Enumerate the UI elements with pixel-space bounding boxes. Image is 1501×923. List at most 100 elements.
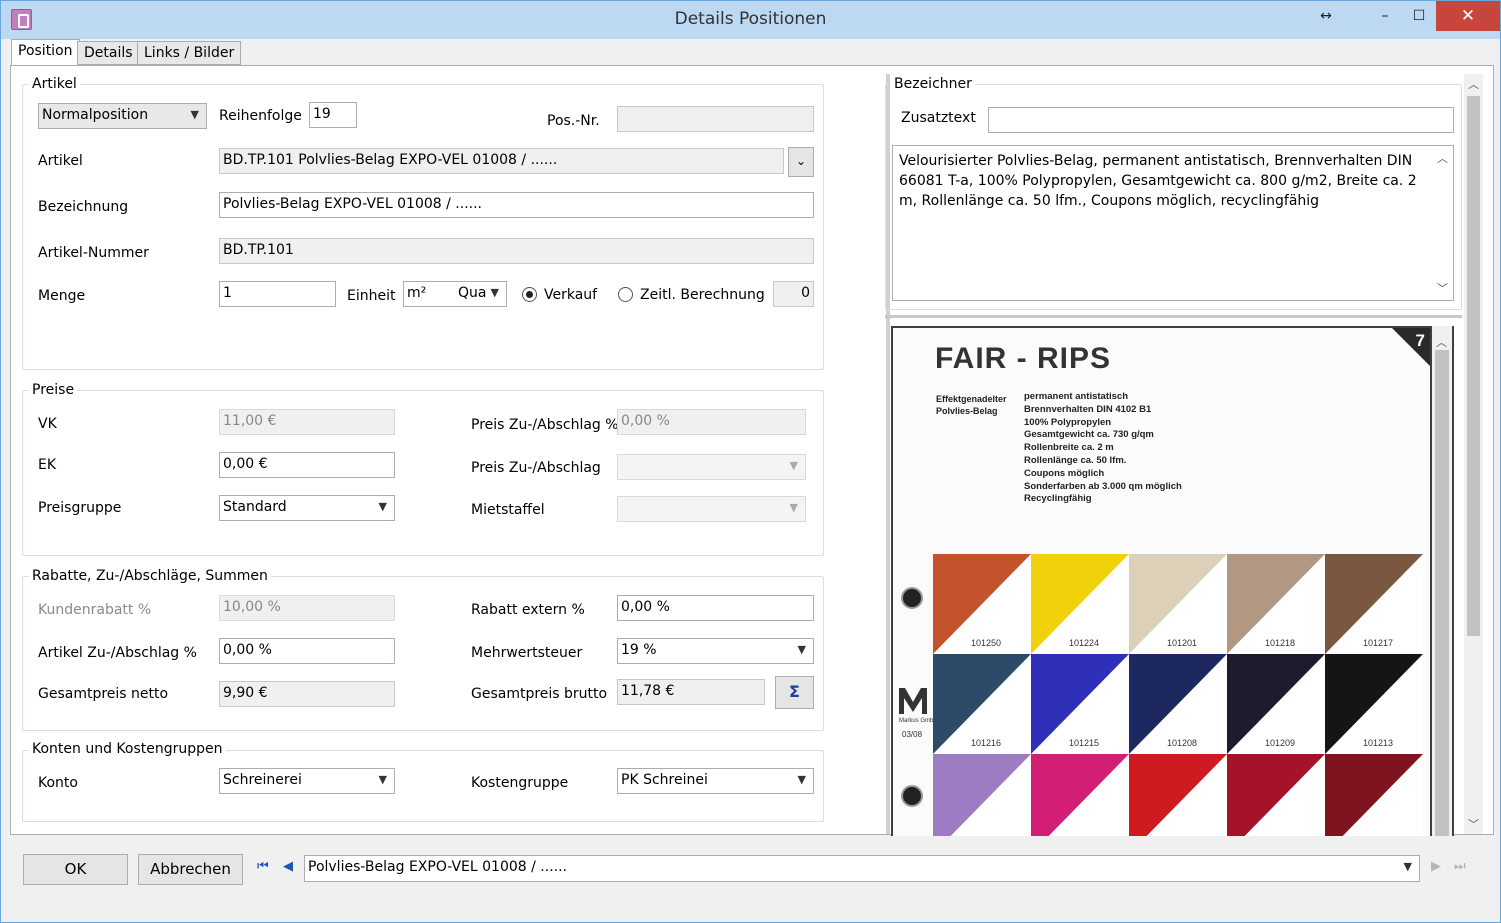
description-text: Velourisierter Polvlies-Belag, permanent… xyxy=(899,153,1417,209)
card-spec-line: Brennverhalten DIN 4102 B1 xyxy=(1024,403,1152,415)
description-textarea[interactable]: Velourisierter Polvlies-Belag, permanent… xyxy=(892,145,1454,301)
scroll-up-icon[interactable]: ︿ xyxy=(1434,150,1451,166)
einheit-text: Qua xyxy=(458,285,487,301)
chevron-down-icon: ▼ xyxy=(1403,860,1412,873)
window-title: Details Positionen xyxy=(674,9,827,29)
posnr-label: Pos.-Nr. xyxy=(547,113,600,129)
kundenrabatt-field: 10,00 % xyxy=(219,595,395,621)
scrollbar-thumb[interactable] xyxy=(1467,96,1480,636)
binder-hole xyxy=(901,785,923,807)
swatch-code: 101208 xyxy=(1167,738,1198,748)
scrollbar-thumb[interactable] xyxy=(1435,350,1449,836)
scroll-down-icon[interactable]: ﹀ xyxy=(1434,280,1451,296)
einheit-unit: m² xyxy=(407,285,427,301)
swatch-code: 101209 xyxy=(1265,738,1296,748)
verkauf-radio[interactable] xyxy=(522,287,537,302)
scroll-up-icon[interactable]: ︿ xyxy=(1433,334,1450,350)
kostengruppe-select[interactable]: PK Schreinei ▼ xyxy=(617,768,814,794)
chevron-down-icon: ⌄ xyxy=(795,154,807,168)
close-button[interactable]: ✕ xyxy=(1436,1,1500,31)
zeitl-value-field: 0 xyxy=(773,281,814,307)
swatch-code: 101213 xyxy=(1363,738,1394,748)
color-swatch: 101218 xyxy=(1227,554,1325,654)
swatch-code: 101217 xyxy=(1363,638,1394,648)
preis-zuab-pct-label: Preis Zu-/Abschlag % xyxy=(471,417,619,433)
color-swatch xyxy=(1325,754,1423,836)
sum-icon: Σ xyxy=(789,682,800,701)
ek-input[interactable]: 0,00 € xyxy=(219,452,395,478)
maximize-button[interactable]: ☐ xyxy=(1404,1,1434,31)
color-swatch: 101209 xyxy=(1227,654,1325,754)
mietstaffel-label: Mietstaffel xyxy=(471,502,545,518)
swatch-code: 101218 xyxy=(1265,638,1296,648)
corner-number: 7 xyxy=(1415,331,1425,350)
konto-select[interactable]: Schreinerei ▼ xyxy=(219,768,395,794)
scroll-up-icon[interactable]: ︿ xyxy=(1465,76,1482,92)
chevron-down-icon: ▼ xyxy=(490,286,499,299)
card-subtitle-line1: Effektgenadelter xyxy=(936,394,1007,404)
swatch-white-triangle xyxy=(933,754,1031,836)
tab-links-bilder[interactable]: Links / Bilder xyxy=(137,41,242,65)
preis-zuab-pct-field: 0,00 % xyxy=(617,409,806,435)
card-spec-list: permanent antistatisch Brennverhalten DIN… xyxy=(1024,391,1182,506)
mwst-select[interactable]: 19 % ▼ xyxy=(617,638,814,664)
preisgruppe-select[interactable]: Standard ▼ xyxy=(219,495,395,521)
position-type-select[interactable]: Normalposition ▼ xyxy=(38,103,207,129)
tab-position[interactable]: Position xyxy=(11,39,80,66)
mietstaffel-select: ▼ xyxy=(617,496,806,522)
vk-field: 11,00 € xyxy=(219,409,395,435)
image-scrollbar[interactable]: ︿ xyxy=(1432,326,1452,836)
card-spec-line: Rollenlänge ca. 50 lfm. xyxy=(1024,454,1127,466)
swatch-code: 101224 xyxy=(1069,638,1100,648)
calculate-button[interactable]: Σ xyxy=(775,676,814,709)
menge-input[interactable]: 1 xyxy=(219,281,336,307)
resize-icon[interactable]: ↔ xyxy=(1311,1,1341,31)
swatch-code: 101216 xyxy=(971,738,1002,748)
kostengruppe-label: Kostengruppe xyxy=(471,775,569,791)
zusatztext-input[interactable] xyxy=(988,107,1454,133)
swatch-white-triangle xyxy=(1129,754,1227,836)
first-record-icon[interactable]: ⏮ xyxy=(257,859,269,874)
rabatt-extern-input[interactable]: 0,00 % xyxy=(617,595,814,621)
artikel-zuab-input[interactable]: 0,00 % xyxy=(219,638,395,664)
minimize-button[interactable]: – xyxy=(1370,1,1400,31)
ek-label: EK xyxy=(38,457,57,473)
logo-subtitle: Markus GmbH xyxy=(899,718,938,724)
kundenrabatt-label: Kundenrabatt % xyxy=(38,602,152,618)
menge-label: Menge xyxy=(38,288,86,304)
card-spec-line: permanent antistatisch xyxy=(1024,391,1128,402)
reihenfolge-input[interactable]: 19 xyxy=(309,102,357,128)
scroll-down-icon[interactable]: ﹀ xyxy=(1465,816,1482,832)
chevron-down-icon: ▼ xyxy=(789,459,798,472)
card-spec-line: Sonderfarben ab 3.000 qm möglich xyxy=(1024,480,1182,492)
card-subtitle: Effektgenadelter Polvlies-Belag xyxy=(936,393,1007,417)
color-swatch: 101201 xyxy=(1129,554,1227,654)
record-select[interactable]: Polvlies-Belag EXPO-VEL 01008 / ...... ▼ xyxy=(304,855,1420,882)
swatch-code: 101215 xyxy=(1069,738,1100,748)
artikel-group-label: Artikel xyxy=(29,76,80,92)
tab-content-panel: Artikel Normalposition ▼ Reihenfolge 19 … xyxy=(10,65,1494,836)
color-swatch xyxy=(1227,754,1325,836)
einheit-select[interactable]: m² Qua ▼ xyxy=(403,281,507,307)
cancel-button[interactable]: Abbrechen xyxy=(138,854,243,885)
zeitl-berechnung-radio[interactable] xyxy=(618,287,633,302)
brand-logo xyxy=(897,684,929,718)
previous-record-icon[interactable]: ◀ xyxy=(283,859,293,874)
bezeichnung-label: Bezeichnung xyxy=(38,199,129,215)
right-panel-scrollbar[interactable]: ︿ ﹀ xyxy=(1464,74,1483,834)
artikel-field[interactable]: BD.TP.101 Polvlies-Belag EXPO-VEL 01008 … xyxy=(219,148,784,174)
tab-details[interactable]: Details xyxy=(77,41,140,65)
posnr-field xyxy=(617,106,814,132)
bezeichnung-input[interactable]: Polvlies-Belag EXPO-VEL 01008 / ...... xyxy=(219,192,814,218)
vk-label: VK xyxy=(38,416,57,432)
color-swatch xyxy=(933,754,1031,836)
card-heading: FAIR - RIPS xyxy=(935,342,1112,375)
position-type-value: Normalposition xyxy=(42,107,149,123)
logo-mark xyxy=(899,688,927,714)
artikel-dropdown-button[interactable]: ⌄ xyxy=(788,147,814,177)
reihenfolge-label: Reihenfolge xyxy=(219,108,302,124)
record-value: Polvlies-Belag EXPO-VEL 01008 / ...... xyxy=(308,859,567,875)
ok-button[interactable]: OK xyxy=(23,854,128,885)
title-bar: Details Positionen ↔ – ☐ ✕ xyxy=(1,1,1500,39)
binder-hole xyxy=(901,587,923,609)
